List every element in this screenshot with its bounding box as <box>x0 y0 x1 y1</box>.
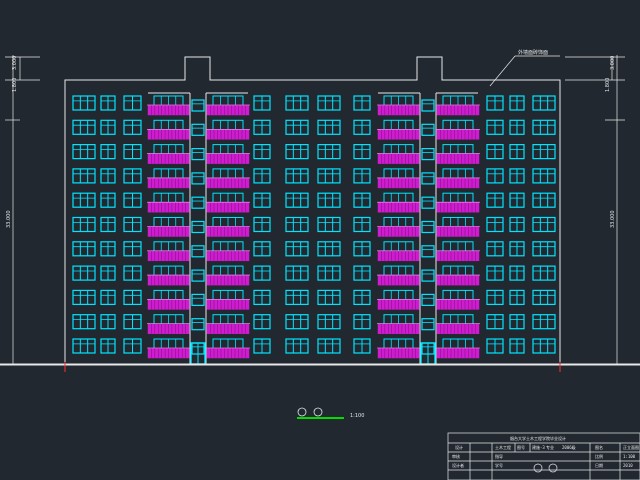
tb-r3c2: 指导 <box>495 453 503 459</box>
tb-r3c4: 1:100 <box>623 454 636 459</box>
tb-r2c6: 2006级 <box>562 444 576 450</box>
elevation-drawing: 3.000 1.800 33.000 3.000 1.800 33.000 外墙… <box>0 0 640 480</box>
balcony-f5-b2 <box>206 192 250 213</box>
balcony-f3-b4 <box>436 144 480 164</box>
dim-right-main: 33.000 <box>610 211 616 229</box>
balcony-f6-b4 <box>436 217 480 237</box>
tb-r2c3: 图号 <box>517 444 525 450</box>
tb-r2c4: 建施-3 <box>532 444 545 450</box>
tb-r3c1: 审核 <box>452 453 460 459</box>
tb-r4c4: 2010 <box>623 463 633 468</box>
balcony-f6-b2 <box>206 217 250 237</box>
tb-r2c2: 土木工程 <box>495 444 511 450</box>
tb-r2c5: 专业 <box>546 444 554 450</box>
balcony-f11-b4 <box>436 338 480 359</box>
dim-left-mid: 1.800 <box>12 78 18 92</box>
tb-r4c3: 日期 <box>595 462 603 468</box>
tb-r2c7: 图名 <box>595 444 603 450</box>
drawing-background <box>0 0 640 480</box>
balcony-f3-b2 <box>206 144 250 164</box>
balcony-f8-b2 <box>206 265 250 286</box>
tb-r4c1: 设计者 <box>452 462 464 468</box>
balcony-f2-b4 <box>436 119 480 140</box>
tb-r2c1: 设计 <box>455 444 463 450</box>
balcony-f5-b4 <box>436 192 480 213</box>
dim-right-mid: 1.800 <box>605 78 611 92</box>
balcony-f7-b2 <box>206 241 250 262</box>
balcony-f9-b2 <box>206 289 250 310</box>
dim-right-top: 3.000 <box>610 56 616 70</box>
balcony-f1-b2 <box>206 95 250 116</box>
balcony-f11-b2 <box>206 338 250 359</box>
balcony-f9-b4 <box>436 289 480 310</box>
callout-note: 外墙面砖饰面 <box>518 49 548 56</box>
tb-r4c2: 学号 <box>495 462 503 468</box>
balcony-f4-b2 <box>206 168 250 189</box>
dim-left-top: 3.000 <box>12 56 18 70</box>
balcony-f2-b2 <box>206 119 250 140</box>
tb-project: 烟台大学土木工程学院毕业设计 <box>510 435 566 441</box>
dim-left-main: 33.000 <box>6 211 12 229</box>
balcony-f8-b4 <box>436 265 480 286</box>
balcony-f10-b4 <box>436 314 480 334</box>
balcony-f4-b4 <box>436 168 480 189</box>
tb-r3c3: 比例 <box>595 453 603 459</box>
balcony-f10-b2 <box>206 314 250 334</box>
balcony-f7-b4 <box>436 241 480 262</box>
balcony-f1-b4 <box>436 95 480 116</box>
scale-label: 1:100 <box>350 413 364 419</box>
tb-r2c8: 正立面图 <box>623 444 639 450</box>
